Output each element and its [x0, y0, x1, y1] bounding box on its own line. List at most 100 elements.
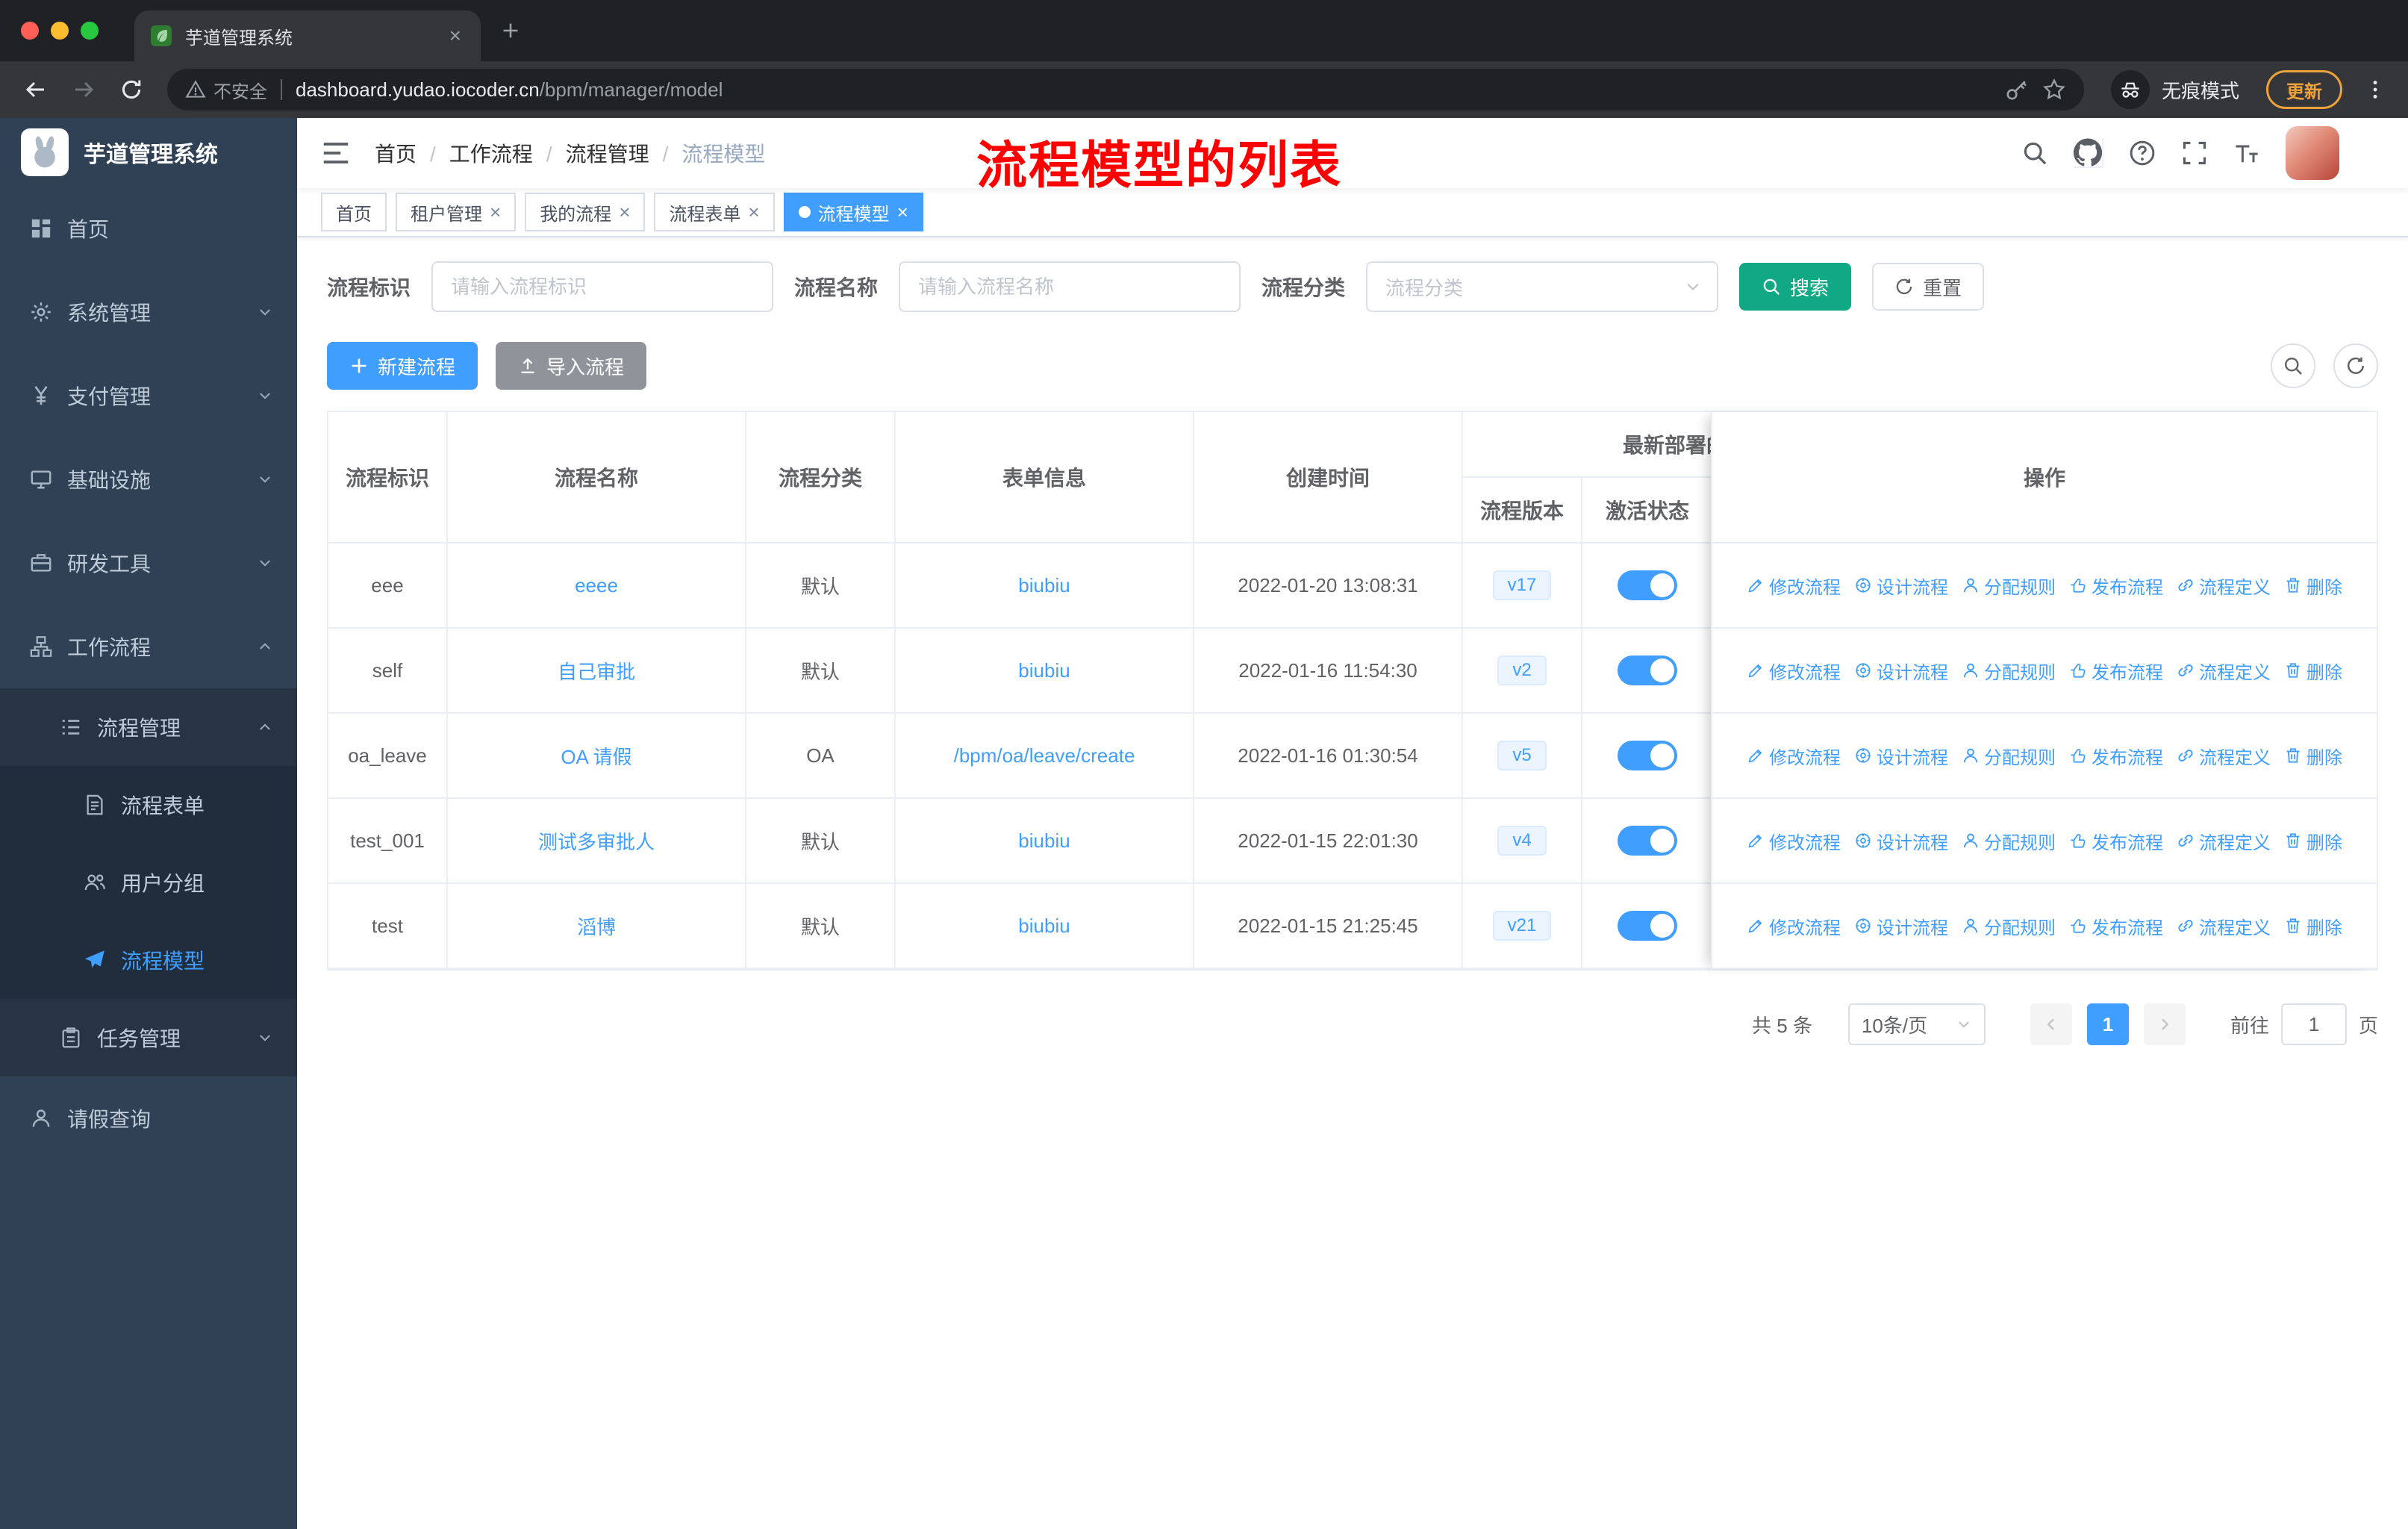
action-delete-link[interactable]: 删除 [2284, 743, 2342, 769]
action-modify-link[interactable]: 修改流程 [1747, 743, 1841, 769]
password-key-icon[interactable] [2005, 78, 2029, 102]
fullscreen-icon[interactable] [2181, 140, 2208, 166]
sidebar-item-dev-tools[interactable]: 研发工具 [0, 521, 297, 605]
action-delete-link[interactable]: 删除 [2284, 658, 2342, 684]
close-window-button[interactable] [21, 22, 39, 40]
action-delete-link[interactable]: 删除 [2284, 913, 2342, 939]
toggle-search-button[interactable] [2271, 343, 2315, 388]
font-size-icon[interactable] [2233, 140, 2260, 166]
action-publish-link[interactable]: 发布流程 [2069, 743, 2163, 769]
address-bar[interactable]: 不安全 dashboard.yudao.iocoder.cn/bpm/manag… [167, 69, 2084, 110]
action-design-link[interactable]: 设计流程 [1854, 573, 1948, 599]
goto-page-input[interactable] [2280, 1003, 2347, 1045]
tag-close-icon[interactable]: × [897, 202, 908, 222]
reload-button[interactable] [110, 69, 152, 110]
active-toggle[interactable] [1618, 655, 1677, 685]
form-link[interactable]: biubiu [1018, 829, 1070, 853]
action-publish-link[interactable]: 发布流程 [2069, 573, 2163, 599]
breadcrumb-process-mgmt[interactable]: 流程管理 [566, 138, 682, 168]
tag-home[interactable]: 首页 [321, 193, 387, 231]
sidebar-item-system-mgmt[interactable]: 系统管理 [0, 270, 297, 354]
form-link[interactable]: biubiu [1018, 574, 1070, 597]
new-tab-button[interactable] [490, 10, 531, 52]
action-delete-link[interactable]: 删除 [2284, 573, 2342, 599]
search-button[interactable]: 搜索 [1739, 263, 1852, 311]
action-design-link[interactable]: 设计流程 [1854, 743, 1948, 769]
tag-process-model[interactable]: 流程模型 × [783, 193, 923, 231]
tag-process-form[interactable]: 流程表单 × [654, 193, 775, 231]
hamburger-icon[interactable] [321, 138, 351, 168]
action-design-link[interactable]: 设计流程 [1854, 658, 1948, 684]
action-modify-link[interactable]: 修改流程 [1747, 573, 1841, 599]
sidebar-item-user-group[interactable]: 用户分组 [0, 844, 297, 921]
process-name-link[interactable]: OA 请假 [561, 742, 631, 770]
import-process-button[interactable]: 导入流程 [496, 342, 647, 390]
process-name-link[interactable]: 测试多审批人 [538, 827, 655, 855]
action-publish-link[interactable]: 发布流程 [2069, 658, 2163, 684]
action-delete-link[interactable]: 删除 [2284, 828, 2342, 854]
process-key-input[interactable] [431, 261, 774, 312]
help-icon[interactable] [2129, 140, 2156, 166]
browser-tab[interactable]: 芋道管理系统 × [134, 10, 481, 61]
active-toggle[interactable] [1618, 570, 1677, 600]
process-category-select[interactable]: 流程分类 [1366, 261, 1719, 312]
back-button[interactable] [15, 69, 57, 110]
tag-close-icon[interactable]: × [619, 202, 630, 222]
sidebar-item-process-form[interactable]: 流程表单 [0, 766, 297, 844]
reset-button[interactable]: 重置 [1872, 263, 1985, 311]
action-design-link[interactable]: 设计流程 [1854, 913, 1948, 939]
sidebar-item-payment-mgmt[interactable]: 支付管理 [0, 354, 297, 437]
action-definition-link[interactable]: 流程定义 [2177, 743, 2271, 769]
sidebar-item-workflow[interactable]: 工作流程 [0, 605, 297, 688]
action-definition-link[interactable]: 流程定义 [2177, 828, 2271, 854]
sidebar-item-home[interactable]: 首页 [0, 187, 297, 270]
action-modify-link[interactable]: 修改流程 [1747, 658, 1841, 684]
sidebar-item-process-model[interactable]: 流程模型 [0, 921, 297, 999]
form-link[interactable]: biubiu [1018, 659, 1070, 682]
tag-my-process[interactable]: 我的流程 × [525, 193, 646, 231]
active-toggle[interactable] [1618, 911, 1677, 941]
minimize-window-button[interactable] [51, 22, 69, 40]
tag-close-icon[interactable]: × [490, 202, 501, 222]
page-size-select[interactable]: 10条/页 [1847, 1003, 1986, 1045]
sidebar-item-task-mgmt[interactable]: 任务管理 [0, 999, 297, 1077]
search-icon[interactable] [2021, 140, 2048, 166]
form-link[interactable]: biubiu [1018, 915, 1070, 938]
page-1-button[interactable]: 1 [2086, 1003, 2129, 1045]
tab-close-icon[interactable]: × [445, 24, 466, 48]
breadcrumb-home[interactable]: 首页 [375, 138, 449, 168]
action-publish-link[interactable]: 发布流程 [2069, 828, 2163, 854]
update-button[interactable]: 更新 [2266, 70, 2342, 109]
prev-page-button[interactable] [2030, 1003, 2072, 1045]
action-assign-link[interactable]: 分配规则 [1962, 658, 2056, 684]
action-modify-link[interactable]: 修改流程 [1747, 828, 1841, 854]
process-name-link[interactable]: 自己审批 [558, 657, 635, 685]
action-definition-link[interactable]: 流程定义 [2177, 658, 2271, 684]
browser-menu-button[interactable] [2357, 72, 2393, 108]
next-page-button[interactable] [2143, 1003, 2186, 1045]
forward-button[interactable] [63, 69, 105, 110]
action-definition-link[interactable]: 流程定义 [2177, 573, 2271, 599]
process-name-link[interactable]: eeee [575, 574, 618, 597]
breadcrumb-workflow[interactable]: 工作流程 [449, 138, 566, 168]
process-name-input[interactable] [899, 261, 1241, 312]
tag-tenant-mgmt[interactable]: 租户管理 × [396, 193, 517, 231]
bookmark-star-icon[interactable] [2042, 78, 2066, 102]
sidebar-item-leave-query[interactable]: 请假查询 [0, 1077, 297, 1160]
sidebar-item-process-mgmt[interactable]: 流程管理 [0, 688, 297, 766]
refresh-table-button[interactable] [2333, 343, 2378, 388]
action-design-link[interactable]: 设计流程 [1854, 828, 1948, 854]
form-link[interactable]: /bpm/oa/leave/create [954, 744, 1135, 767]
action-assign-link[interactable]: 分配规则 [1962, 573, 2056, 599]
github-icon[interactable] [2074, 138, 2103, 168]
action-modify-link[interactable]: 修改流程 [1747, 913, 1841, 939]
sidebar-item-infrastructure[interactable]: 基础设施 [0, 437, 297, 521]
create-process-button[interactable]: 新建流程 [327, 342, 478, 390]
zoom-window-button[interactable] [81, 22, 99, 40]
active-toggle[interactable] [1618, 826, 1677, 856]
tag-close-icon[interactable]: × [748, 202, 759, 222]
action-definition-link[interactable]: 流程定义 [2177, 913, 2271, 939]
action-assign-link[interactable]: 分配规则 [1962, 913, 2056, 939]
security-indicator[interactable]: 不安全 [185, 77, 267, 103]
active-toggle[interactable] [1618, 741, 1677, 770]
